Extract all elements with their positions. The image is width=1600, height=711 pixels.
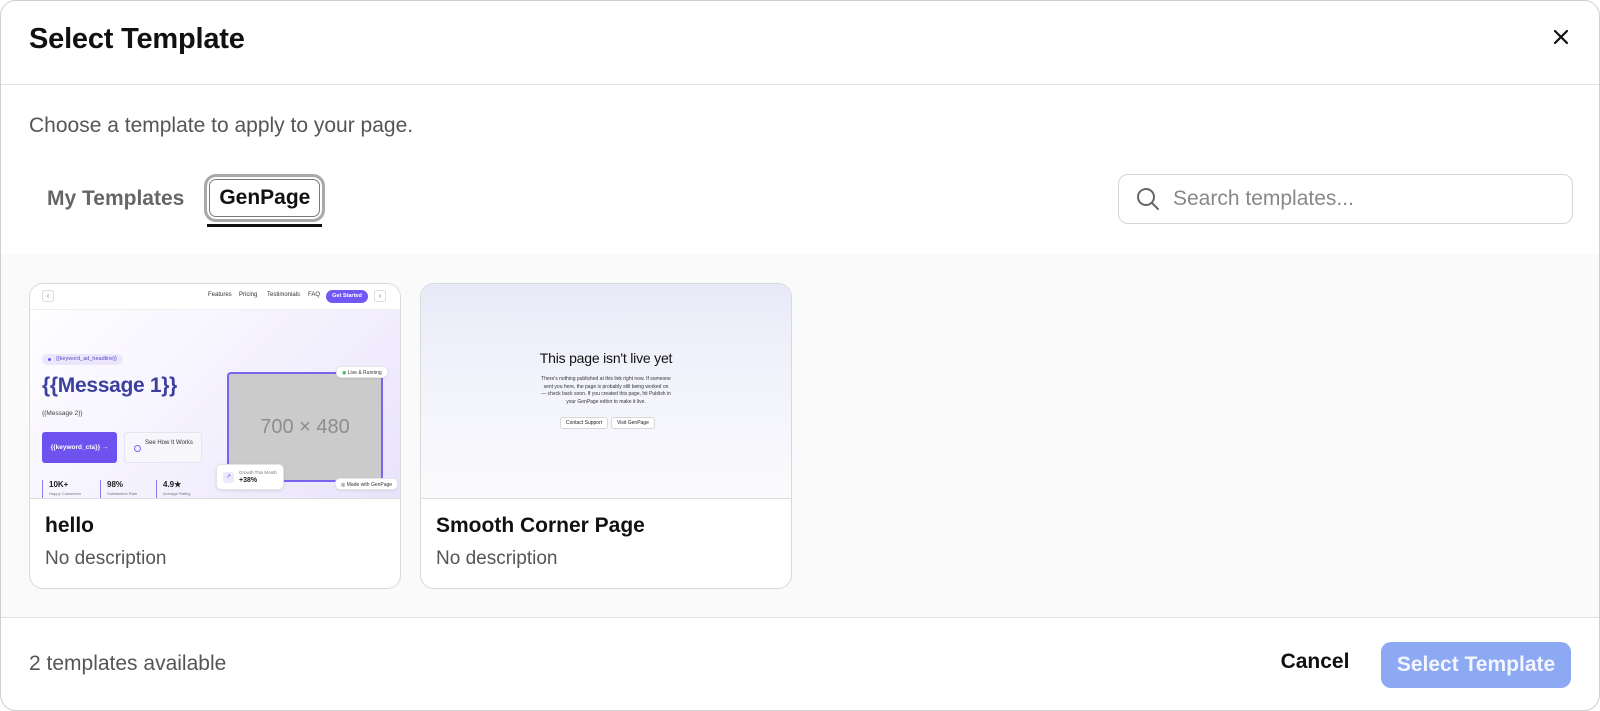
template-card-smooth-corner-page[interactable]: This page isn't live yet There's nothing… — [420, 283, 792, 589]
select-template-dialog: Select Template Choose a template to app… — [0, 0, 1600, 711]
template-grid: ‹ Features Pricing Testimonials FAQ Get … — [1, 254, 1599, 618]
tab-genpage[interactable]: GenPage — [204, 174, 326, 227]
thumb-stat: 4.9★ Average Rating — [156, 480, 191, 498]
thumb-stat-label: Satisfaction Rate — [107, 491, 138, 496]
thumb-nav-link: FAQ — [308, 292, 321, 298]
dialog-title: Select Template — [29, 23, 245, 55]
template-name: hello — [45, 514, 95, 537]
thumb-made-with-pill: ◎ Made with GenPage — [335, 478, 399, 490]
dialog-subtitle: Choose a template to apply to your page. — [29, 114, 414, 137]
close-icon[interactable] — [1549, 25, 1573, 49]
search-input[interactable] — [1173, 187, 1553, 211]
thumb-stat: 10K+ Happy Customers — [42, 480, 82, 498]
thumb-visit-genpage-button: Visit GenPage — [611, 417, 655, 429]
template-description: No description — [45, 548, 167, 569]
thumb-next-icon: › — [374, 290, 386, 302]
template-thumbnail: This page isn't live yet There's nothing… — [421, 284, 791, 499]
thumb-stat-value: 10K+ — [49, 480, 69, 489]
thumb-nav-link: Features — [208, 292, 232, 298]
thumb-nav-cta: Get Started — [326, 290, 368, 303]
thumb-growth-value: +38% — [239, 477, 258, 484]
thumb-prev-icon: ‹ — [42, 290, 54, 302]
thumb-growth-card: ↗ Growth This Month +38% — [216, 464, 284, 490]
thumb-navbar: ‹ Features Pricing Testimonials FAQ Get … — [30, 284, 400, 310]
trend-up-icon: ↗ — [223, 472, 234, 483]
thumb-live-label: Live & Running — [347, 370, 382, 376]
close-button[interactable] — [1549, 25, 1573, 49]
select-template-button[interactable]: Select Template — [1381, 642, 1571, 688]
thumb-contact-support-button: Contact Support — [560, 417, 609, 429]
thumb-image-size: 700 × 480 — [260, 416, 350, 438]
thumb-stat-label: Happy Customers — [49, 491, 82, 496]
dialog-header: Select Template — [1, 1, 1599, 85]
thumb-stat: 98% Satisfaction Rate — [100, 480, 138, 498]
search-icon — [1137, 188, 1159, 210]
thumb-primary-cta: {{keyword_cta}} → — [42, 432, 117, 463]
thumb-stat-value: 4.9★ — [163, 480, 182, 489]
cancel-button[interactable]: Cancel — [1263, 638, 1367, 686]
genpage-logo-icon: ◎ — [341, 482, 346, 488]
thumb-subheadline: {{Message 2}} — [42, 410, 83, 417]
thumb-made-with-label: Made with GenPage — [346, 482, 393, 488]
thumb-nav-link: Pricing — [239, 292, 258, 298]
thumb-live-pill: ◉ Live & Running — [336, 366, 388, 378]
template-tabs: My Templates GenPage — [29, 174, 326, 230]
active-tab-indicator — [207, 224, 323, 227]
template-card-hello[interactable]: ‹ Features Pricing Testimonials FAQ Get … — [29, 283, 401, 589]
thumb-headline: {{Message 1}} — [42, 374, 178, 397]
check-circle-icon: ◉ — [342, 370, 347, 376]
thumb-secondary-cta: See How It Works — [124, 432, 202, 463]
search-box[interactable] — [1118, 174, 1573, 224]
thumb-growth-label: Growth This Month — [239, 470, 277, 475]
thumb-page-body: There's nothing published at this link r… — [541, 376, 671, 405]
thumb-stat-label: Average Rating — [163, 491, 191, 496]
template-name: Smooth Corner Page — [436, 514, 645, 537]
thumb-page-title: This page isn't live yet — [539, 350, 673, 366]
thumb-stat-value: 98% — [107, 480, 124, 489]
tab-my-templates[interactable]: My Templates — [29, 174, 202, 224]
tab-genpage-label: GenPage — [219, 186, 311, 209]
thumb-nav-link: Testimonials — [267, 292, 301, 298]
template-description: No description — [436, 548, 558, 569]
template-thumbnail: ‹ Features Pricing Testimonials FAQ Get … — [30, 284, 400, 499]
templates-count: 2 templates available — [29, 652, 227, 675]
thumb-badge: {{keyword_ad_headline}} — [42, 354, 123, 365]
